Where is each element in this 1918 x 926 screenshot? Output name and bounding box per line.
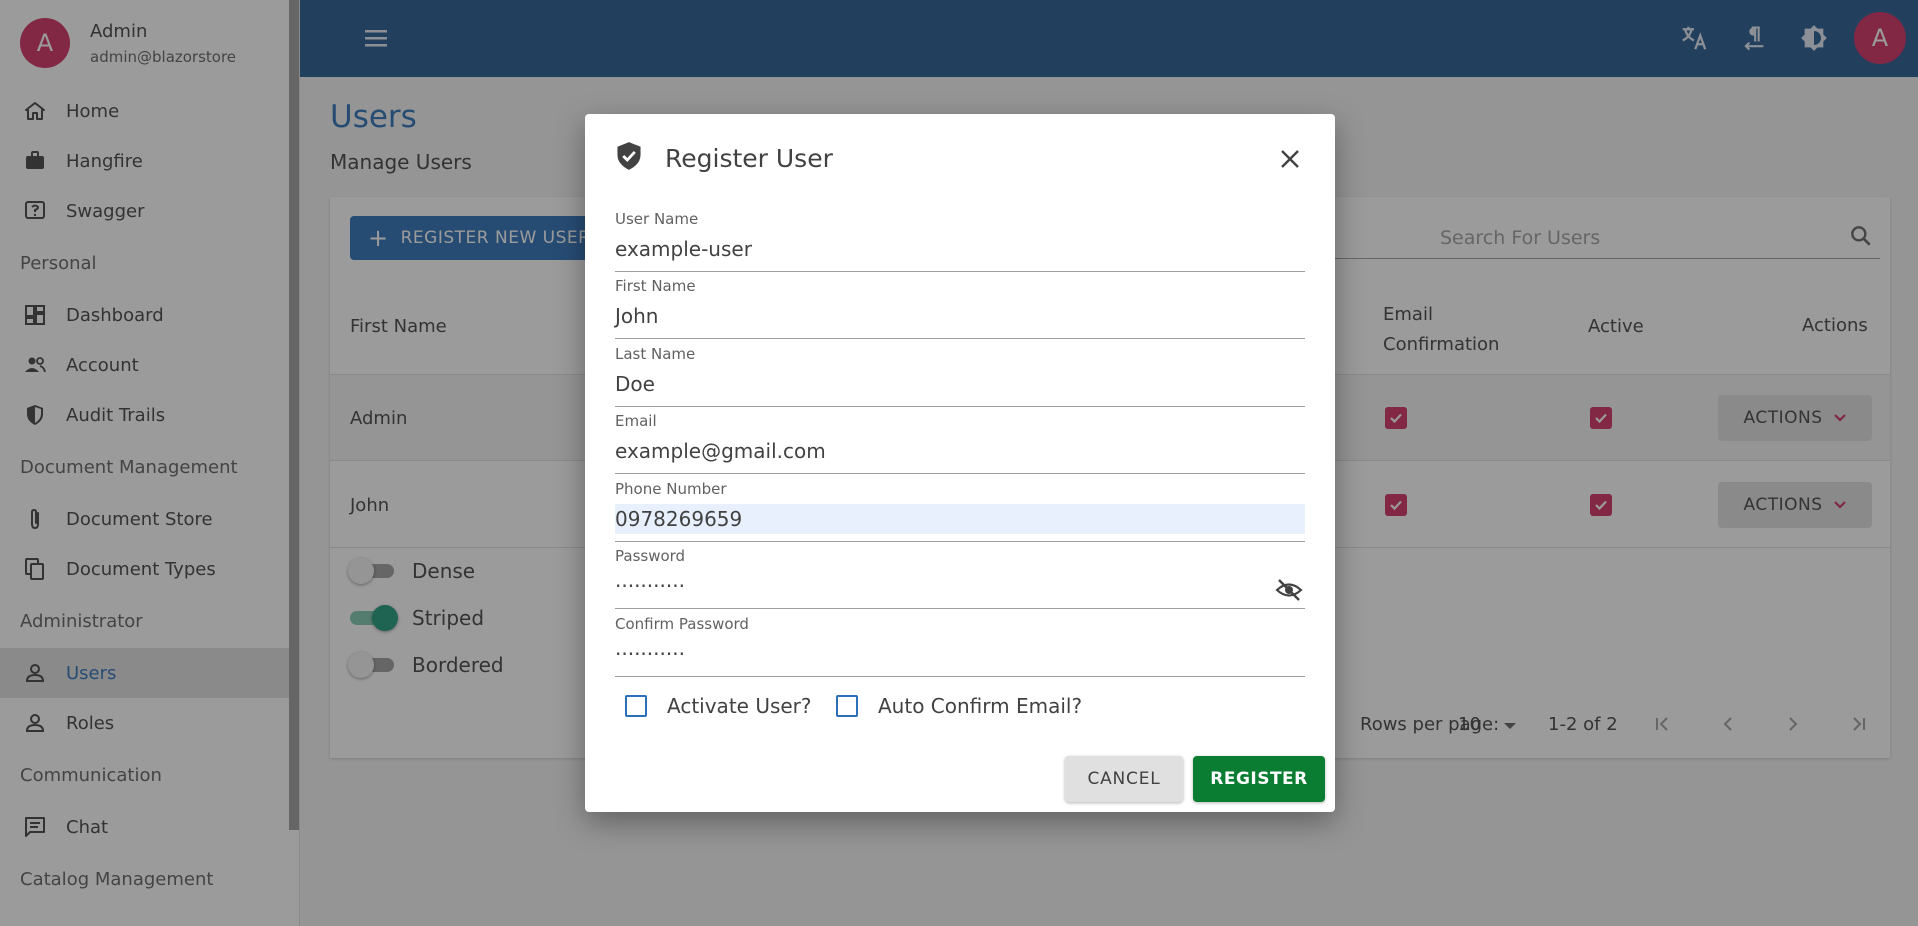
visibility-off-icon[interactable] bbox=[1273, 574, 1305, 606]
verified-user-icon bbox=[615, 141, 643, 175]
field-label: Phone Number bbox=[615, 480, 727, 498]
first-name-field[interactable]: First Name John bbox=[615, 273, 1305, 339]
checkbox-label: Auto Confirm Email? bbox=[878, 694, 1083, 718]
checkbox-box[interactable] bbox=[836, 695, 858, 717]
phone-number-field[interactable]: Phone Number 0978269659 bbox=[615, 476, 1305, 542]
last-name-field[interactable]: Last Name Doe bbox=[615, 341, 1305, 407]
field-label: First Name bbox=[615, 277, 696, 295]
field-label: User Name bbox=[615, 210, 699, 228]
confirm-password-field[interactable]: Confirm Password ··········· bbox=[615, 611, 1305, 677]
phone-number-input[interactable]: 0978269659 bbox=[615, 504, 1305, 534]
email-field[interactable]: Email example@gmail.com bbox=[615, 408, 1305, 474]
email-input[interactable]: example@gmail.com bbox=[615, 436, 1305, 466]
close-icon[interactable] bbox=[1275, 144, 1305, 174]
confirm-password-input[interactable]: ··········· bbox=[615, 639, 1305, 669]
checkbox-box[interactable] bbox=[625, 695, 647, 717]
password-input[interactable]: ··········· bbox=[615, 571, 1305, 601]
cancel-button[interactable]: CANCEL bbox=[1065, 756, 1183, 802]
dialog-header: Register User bbox=[615, 136, 1305, 180]
user-name-field[interactable]: User Name example-user bbox=[615, 206, 1305, 272]
register-user-dialog: Register User User Name example-user Fir… bbox=[585, 114, 1335, 812]
checkbox-label: Activate User? bbox=[667, 694, 812, 718]
user-name-input[interactable]: example-user bbox=[615, 234, 1305, 264]
last-name-input[interactable]: Doe bbox=[615, 369, 1305, 399]
auto-confirm-email-checkbox[interactable]: Auto Confirm Email? bbox=[836, 686, 1082, 726]
field-label: Confirm Password bbox=[615, 615, 749, 633]
field-label: Last Name bbox=[615, 345, 696, 363]
register-button[interactable]: REGISTER bbox=[1193, 756, 1325, 802]
activate-user-checkbox[interactable]: Activate User? bbox=[625, 686, 812, 726]
first-name-input[interactable]: John bbox=[615, 301, 1305, 331]
dialog-title: Register User bbox=[665, 143, 833, 173]
password-field[interactable]: Password ··········· bbox=[615, 543, 1305, 609]
field-label: Password bbox=[615, 547, 686, 565]
field-label: Email bbox=[615, 412, 657, 430]
